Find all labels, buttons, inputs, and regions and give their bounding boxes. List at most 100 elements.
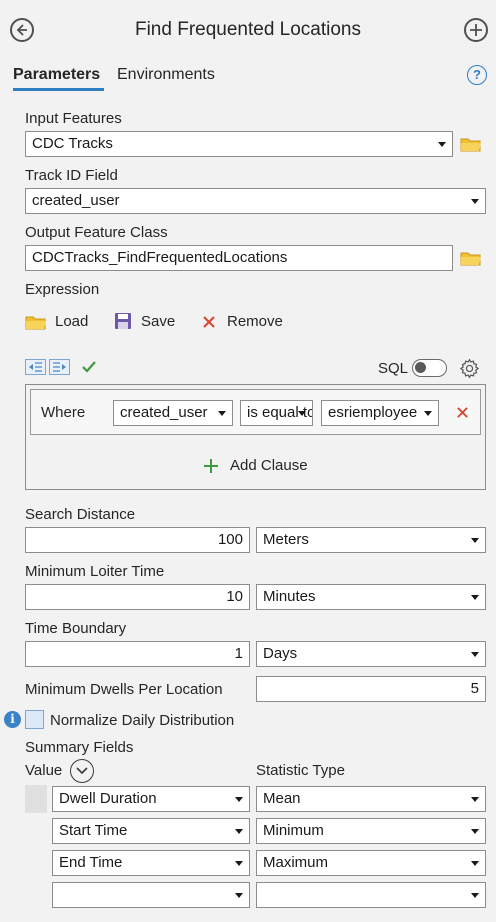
normalize-checkbox[interactable]: [25, 710, 44, 729]
time-boundary-unit: Days: [263, 645, 298, 662]
indent-right-icon[interactable]: [49, 359, 70, 375]
input-features-label: Input Features: [25, 110, 122, 127]
toggle-knob: [415, 362, 426, 373]
time-boundary-value: 1: [234, 645, 243, 662]
plus-icon: [470, 24, 482, 36]
normalize-label: Normalize Daily Distribution: [50, 712, 235, 729]
summary-stat-dropdown[interactable]: Mean: [256, 786, 486, 812]
output-label: Output Feature Class: [25, 224, 168, 241]
expression-toolbar: [25, 359, 70, 375]
summary-value-dropdown[interactable]: Start Time: [52, 818, 250, 844]
output-feature-class-input[interactable]: CDCTracks_FindFrequentedLocations: [25, 245, 453, 271]
min-loiter-value: 10: [226, 588, 243, 605]
summary-value: End Time: [59, 854, 123, 871]
add-button[interactable]: [464, 18, 488, 42]
track-id-label: Track ID Field: [25, 167, 118, 184]
check-icon[interactable]: [81, 360, 97, 374]
summary-stat-dropdown[interactable]: Minimum: [256, 818, 486, 844]
summary-value: Dwell Duration: [59, 790, 157, 807]
time-boundary-input[interactable]: 1: [25, 641, 250, 667]
min-dwells-label: Minimum Dwells Per Location: [25, 681, 223, 698]
plus-icon: [204, 458, 218, 473]
chevron-down-icon: [235, 861, 243, 866]
summary-value-dropdown[interactable]: End Time: [52, 850, 250, 876]
remove-label: Remove: [227, 313, 283, 330]
clause-operator-dropdown[interactable]: is equal to: [240, 400, 313, 426]
summary-stat-dropdown[interactable]: Maximum: [256, 850, 486, 876]
summary-stat: Mean: [263, 790, 301, 807]
indent-left-icon[interactable]: [25, 359, 46, 375]
info-icon[interactable]: i: [4, 711, 21, 728]
page-title: Find Frequented Locations: [134, 19, 362, 40]
value-header: Value: [25, 762, 63, 779]
remove-button[interactable]: Remove: [202, 313, 283, 330]
time-boundary-unit-dropdown[interactable]: Days: [256, 641, 486, 667]
save-button[interactable]: Save: [114, 312, 175, 330]
clause-field-dropdown[interactable]: created_user: [113, 400, 233, 426]
search-distance-input[interactable]: 100: [25, 527, 250, 553]
min-dwells-input[interactable]: 5: [256, 676, 486, 702]
tab-parameters[interactable]: Parameters: [13, 66, 100, 84]
chevron-down-icon: [471, 199, 479, 204]
output-value: CDCTracks_FindFrequentedLocations: [32, 249, 288, 266]
chevron-down-icon: [424, 411, 432, 416]
folder-icon[interactable]: [460, 136, 482, 152]
load-button[interactable]: Load: [25, 313, 88, 330]
summary-stat: Minimum: [263, 822, 324, 839]
folder-icon[interactable]: [460, 250, 482, 266]
add-clause-label: Add Clause: [230, 457, 308, 474]
close-icon: [203, 315, 215, 328]
min-loiter-label: Minimum Loiter Time: [25, 563, 165, 580]
track-id-value: created_user: [32, 192, 120, 209]
save-icon: [115, 313, 131, 329]
chevron-down-icon: [471, 861, 479, 866]
input-features-dropdown[interactable]: CDC Tracks: [25, 131, 453, 157]
clause-value-dropdown[interactable]: esriemployee: [321, 400, 439, 426]
time-boundary-label: Time Boundary: [25, 620, 127, 637]
clause-field-value: created_user: [120, 404, 208, 421]
row-selector[interactable]: [25, 785, 47, 813]
summary-stat: Maximum: [263, 854, 329, 871]
sql-toggle[interactable]: [412, 359, 447, 377]
min-loiter-input[interactable]: 10: [25, 584, 250, 610]
delete-clause-icon[interactable]: [456, 406, 469, 419]
statistic-type-header: Statistic Type: [256, 762, 345, 779]
input-features-value: CDC Tracks: [32, 135, 113, 152]
chevron-down-icon: [471, 893, 479, 898]
chevron-down-icon: [218, 411, 226, 416]
tab-environments[interactable]: Environments: [117, 66, 215, 84]
expression-label: Expression: [25, 281, 100, 298]
chevron-down-icon: [235, 893, 243, 898]
chevron-down-icon: [471, 829, 479, 834]
where-clause-row: Where created_user is equal to esriemplo…: [30, 389, 481, 435]
chevron-down-icon: [235, 797, 243, 802]
chevron-down-icon: [438, 142, 446, 147]
summary-value-dropdown[interactable]: [52, 882, 250, 908]
summary-value: Start Time: [59, 822, 128, 839]
summary-fields-label: Summary Fields: [25, 739, 134, 756]
chevron-down-icon: [76, 767, 88, 775]
chevron-down-icon: [471, 595, 479, 600]
active-tab-indicator: [13, 88, 104, 91]
search-distance-unit: Meters: [263, 531, 309, 548]
help-icon[interactable]: ?: [467, 65, 487, 85]
search-distance-value: 100: [217, 531, 243, 548]
search-distance-unit-dropdown[interactable]: Meters: [256, 527, 486, 553]
clause-value-text: esriemployee: [328, 404, 418, 421]
chevron-down-icon: [235, 829, 243, 834]
sort-toggle-button[interactable]: [70, 759, 94, 783]
chevron-down-icon: [471, 797, 479, 802]
load-label: Load: [55, 313, 89, 330]
chevron-down-icon: [471, 538, 479, 543]
summary-value-dropdown[interactable]: Dwell Duration: [52, 786, 250, 812]
where-label: Where: [41, 404, 86, 421]
summary-stat-dropdown[interactable]: [256, 882, 486, 908]
gear-icon[interactable]: [459, 358, 480, 379]
save-label: Save: [141, 312, 176, 330]
track-id-dropdown[interactable]: created_user: [25, 188, 486, 214]
chevron-down-icon: [298, 411, 306, 416]
folder-open-icon: [25, 316, 46, 329]
min-loiter-unit-dropdown[interactable]: Minutes: [256, 584, 486, 610]
sql-label: SQL: [378, 360, 409, 377]
add-clause-button[interactable]: Add Clause: [204, 457, 308, 474]
